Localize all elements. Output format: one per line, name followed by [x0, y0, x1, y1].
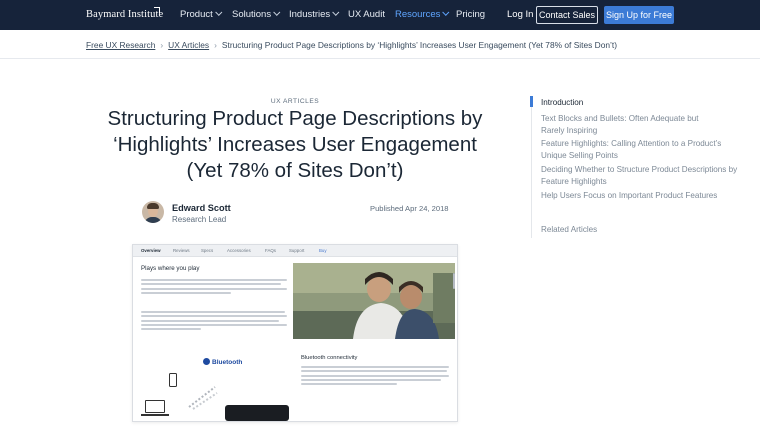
breadcrumb-ux-articles[interactable]: UX Articles — [168, 40, 209, 50]
figure-tab: FAQs — [265, 248, 276, 253]
chevron-down-icon — [332, 8, 340, 16]
avatar[interactable] — [142, 201, 164, 223]
top-navigation: Baymard Institute Product Solutions Indu… — [0, 0, 760, 30]
lifestyle-photo — [293, 263, 455, 339]
chevron-down-icon — [273, 8, 281, 16]
figure-tab: Reviews — [173, 248, 190, 253]
published-date: Published Apr 24, 2018 — [370, 204, 449, 213]
chevron-down-icon — [442, 8, 450, 16]
nav-ux-audit-label: UX Audit — [348, 9, 385, 20]
header-divider — [0, 58, 760, 59]
article-kicker[interactable]: UX ARTICLES — [240, 98, 350, 105]
bluetooth-label: Bluetooth — [212, 359, 243, 366]
toc-item-feature-highlights[interactable]: Feature Highlights: Calling Attention to… — [541, 138, 746, 161]
article-figure: Overview Reviews Specs Accessories FAQs … — [132, 244, 458, 422]
figure-heading: Bluetooth connectivity — [301, 355, 358, 361]
nav-pricing-label: Pricing — [456, 9, 486, 20]
figure-tab: Support — [289, 248, 305, 253]
figure-scrollbar — [453, 273, 455, 289]
nav-product-label: Product — [180, 9, 213, 20]
phone-icon — [169, 373, 177, 387]
figure-paragraph — [301, 366, 449, 387]
signup-button[interactable]: Sign Up for Free — [604, 6, 674, 24]
breadcrumb-current: Structuring Product Page Descriptions by… — [221, 40, 617, 50]
login-link[interactable]: Log In — [507, 9, 533, 20]
figure-tab-bar: Overview Reviews Specs Accessories FAQs … — [133, 245, 457, 257]
toc-item-related-articles[interactable]: Related Articles — [541, 224, 741, 236]
figure-tab: Specs — [201, 248, 214, 253]
breadcrumb: Free UX Research › UX Articles › Structuring… — [86, 40, 617, 50]
toc-active-indicator — [530, 96, 533, 107]
figure-heading: Plays where you play — [141, 265, 200, 272]
bluetooth-icon — [203, 358, 210, 365]
nav-product[interactable]: Product — [180, 8, 223, 20]
figure-tab: Overview — [141, 248, 161, 253]
toc-item-help-users[interactable]: Help Users Focus on Important Product Fe… — [541, 190, 746, 202]
page-title: Structuring Product Page Descriptions by… — [107, 107, 483, 182]
nav-industries-label: Industries — [289, 9, 331, 20]
nav-resources-label: Resources — [395, 9, 441, 20]
figure-tab: Buy — [319, 248, 327, 253]
nav-ux-audit[interactable]: UX Audit — [348, 9, 385, 20]
nav-industries[interactable]: Industries — [289, 8, 340, 20]
nav-pricing[interactable]: Pricing — [456, 9, 485, 20]
chevron-down-icon — [215, 8, 223, 16]
logo-mark-icon — [154, 7, 160, 13]
avatar-shirt — [144, 217, 162, 223]
nav-solutions-label: Solutions — [232, 9, 272, 20]
toc-item-deciding[interactable]: Deciding Whether to Structure Product De… — [541, 164, 746, 187]
author-name[interactable]: Edward Scott — [172, 203, 231, 213]
figure-paragraph — [141, 311, 289, 332]
logo[interactable]: Baymard Institute — [86, 9, 163, 20]
laptop-icon — [145, 400, 165, 413]
toc-rail — [531, 96, 532, 238]
figure-tab: Accessories — [227, 248, 251, 253]
bluetooth-logo: Bluetooth — [203, 358, 242, 366]
speaker-image — [225, 405, 289, 421]
contact-sales-button[interactable]: Contact Sales — [536, 6, 598, 24]
breadcrumb-free-ux-research[interactable]: Free UX Research — [86, 40, 155, 50]
nav-resources[interactable]: Resources — [395, 8, 450, 20]
chevron-right-icon: › — [214, 40, 217, 50]
chevron-right-icon: › — [160, 40, 164, 50]
avatar-hair — [147, 203, 159, 209]
toc-item-introduction[interactable]: Introduction — [541, 97, 741, 109]
nav-solutions[interactable]: Solutions — [232, 8, 281, 20]
laptop-base — [141, 414, 169, 416]
figure-paragraph — [141, 279, 289, 296]
author-role: Research Lead — [172, 215, 227, 224]
toc-item-text-blocks[interactable]: Text Blocks and Bullets: Often Adequate … — [541, 113, 721, 136]
signal-waves-icon — [188, 386, 218, 410]
